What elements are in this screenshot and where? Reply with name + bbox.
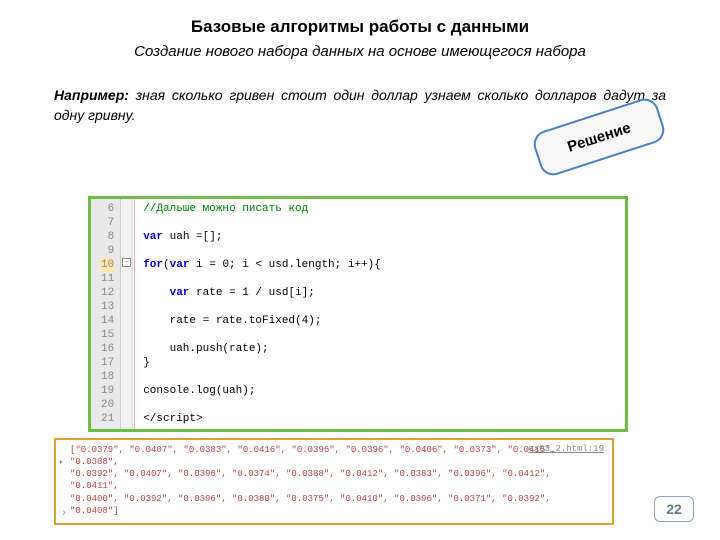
code-line: //Дальше можно писать код (143, 202, 617, 216)
code-line: } (143, 356, 617, 370)
line-number: 14 (101, 314, 114, 328)
code-snippet: 6789101112131415161718192021 − //Дальше … (88, 196, 628, 432)
line-number: 16 (101, 342, 114, 356)
line-number: 11 (101, 272, 114, 286)
page-number: 22 (654, 496, 694, 522)
line-gutter: 6789101112131415161718192021 (91, 199, 121, 429)
page-title: Базовые алгоритмы работы с данными (170, 0, 550, 38)
line-number: 19 (101, 384, 114, 398)
code-line: console.log(uah); (143, 384, 617, 398)
expand-icon: ▸ (59, 458, 64, 469)
page-subtitle: Создание нового набора данных на основе … (80, 42, 640, 62)
line-number: 12 (101, 286, 114, 300)
console-source: ex03_2.html:19 (528, 443, 604, 455)
line-number: 8 (101, 230, 114, 244)
example-body: зная сколько гривен стоит один доллар уз… (54, 87, 666, 123)
example-text: Например: зная сколько гривен стоит один… (54, 86, 666, 125)
code-line (143, 370, 617, 384)
line-number: 6 (101, 202, 114, 216)
console-output: ex03_2.html:19 ▸ ["0.0379", "0.0407", "0… (54, 438, 614, 525)
fold-column: − (121, 199, 133, 429)
console-line: ["0.0379", "0.0407", "0.0383", "0.0416",… (70, 444, 604, 468)
line-number: 7 (101, 216, 114, 230)
line-number: 13 (101, 300, 114, 314)
line-number: 10 (101, 258, 114, 272)
code-line (143, 300, 617, 314)
example-prefix: Например: (54, 87, 129, 103)
code-body: //Дальше можно писать код var uah =[]; for… (134, 199, 625, 429)
console-prompt-icon: › (61, 507, 67, 521)
console-line: "0.0392", "0.0407", "0.0396", "0.0374", … (70, 468, 604, 492)
code-line: var uah =[]; (143, 230, 617, 244)
code-line (143, 328, 617, 342)
code-line: var rate = 1 / usd[i]; (143, 286, 617, 300)
console-line: "0.0400", "0.0392", "0.0396", "0.0380", … (70, 493, 604, 517)
line-number: 17 (101, 356, 114, 370)
code-line: uah.push(rate); (143, 342, 617, 356)
code-line (143, 216, 617, 230)
code-line: rate = rate.toFixed(4); (143, 314, 617, 328)
line-number: 15 (101, 328, 114, 342)
code-line: for(var i = 0; i < usd.length; i++){ (143, 258, 617, 272)
line-number: 20 (101, 398, 114, 412)
line-number: 18 (101, 370, 114, 384)
code-line (143, 272, 617, 286)
line-number: 21 (101, 412, 114, 426)
code-line: </script​> (143, 412, 617, 426)
fold-icon: − (122, 258, 131, 267)
line-number: 9 (101, 244, 114, 258)
code-line (143, 244, 617, 258)
code-line (143, 398, 617, 412)
